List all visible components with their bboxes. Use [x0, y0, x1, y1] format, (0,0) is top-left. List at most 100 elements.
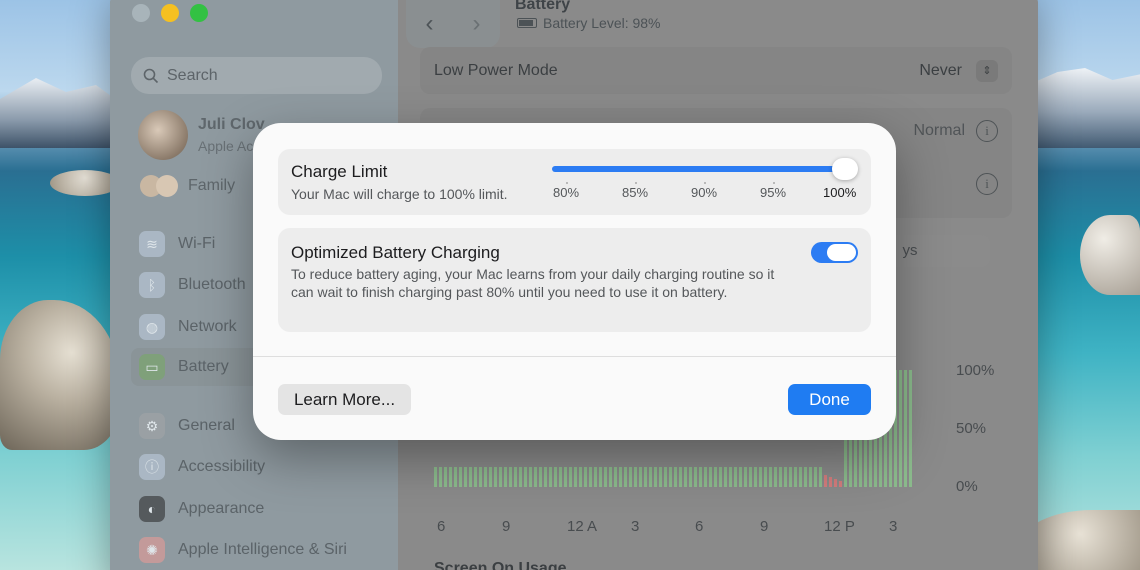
dialog-divider [253, 356, 896, 357]
chart-bar [749, 467, 752, 487]
chart-bar [464, 467, 467, 487]
low-power-mode-value: Never [919, 61, 962, 79]
wifi-icon: ≋ [139, 231, 165, 257]
chart-bar [609, 467, 612, 487]
chart-bar [834, 479, 837, 487]
low-power-mode-select[interactable]: Never ⇕ [919, 59, 998, 82]
chart-bar [824, 475, 827, 487]
navigation-buttons: ‹ › [406, 0, 500, 48]
sidebar-item-label: Battery [178, 358, 229, 375]
slider-tick [635, 182, 637, 184]
chart-bar [584, 467, 587, 487]
family-icon [156, 175, 178, 197]
chart-bar [539, 467, 542, 487]
chart-bar [519, 467, 522, 487]
sidebar-item-accessibility[interactable]: ⓘ Accessibility [131, 448, 382, 486]
bluetooth-icon: ᛒ [139, 272, 165, 298]
sidebar-item-family[interactable]: Family [140, 175, 235, 197]
energy-mode-value: Normal [913, 122, 965, 139]
forward-chevron-icon[interactable]: › [473, 10, 481, 38]
chart-bar [809, 467, 812, 487]
slider-tick-label: 95% [760, 185, 787, 200]
chart-bar [899, 370, 902, 487]
sidebar-item-label: Network [178, 318, 237, 335]
chart-bar [709, 467, 712, 487]
battery-icon [517, 18, 537, 28]
chart-x-label: 12 P [824, 518, 855, 535]
sidebar-item-label: Wi-Fi [178, 235, 216, 252]
chart-bar [659, 467, 662, 487]
sidebar-item-label: Appearance [178, 500, 265, 517]
globe-icon: ◍ [139, 314, 165, 340]
slider-tick-label: 90% [691, 185, 718, 200]
chart-bar [624, 467, 627, 487]
desktop-rock [1080, 215, 1140, 295]
chart-bar [444, 467, 447, 487]
chart-x-label: 9 [502, 518, 511, 535]
chart-bar [714, 467, 717, 487]
chart-bar [789, 467, 792, 487]
segment-label: ys [902, 242, 918, 259]
chart-bar [674, 467, 677, 487]
screen-on-usage-heading: Screen On Usage [434, 560, 567, 570]
desktop-rock [1020, 510, 1140, 570]
charge-limit-slider-knob[interactable] [832, 158, 858, 180]
apple-account-profile[interactable]: Juli Clov Apple Ac [138, 110, 265, 160]
chart-bar [694, 467, 697, 487]
chart-bar [619, 467, 622, 487]
info-icon[interactable]: i [976, 120, 998, 142]
chart-bar [604, 467, 607, 487]
chart-bar [729, 467, 732, 487]
battery-icon: ▭ [139, 354, 165, 380]
chart-bar [554, 467, 557, 487]
optimized-charging-card: Optimized Battery Charging To reduce bat… [278, 228, 871, 332]
chart-bar [524, 467, 527, 487]
page-title: Battery [515, 0, 571, 13]
chart-bar [829, 477, 832, 487]
low-power-mode-label: Low Power Mode [434, 61, 558, 79]
info-icon[interactable]: i [976, 173, 998, 195]
desktop-mountain-left [0, 78, 120, 148]
chart-bar [499, 467, 502, 487]
done-button[interactable]: Done [788, 384, 871, 415]
back-chevron-icon[interactable]: ‹ [426, 10, 434, 38]
zoom-window-button[interactable] [190, 4, 208, 22]
gear-icon: ⚙ [139, 413, 165, 439]
chart-bar [769, 467, 772, 487]
chart-bar [839, 481, 842, 487]
slider-tick [566, 182, 568, 184]
charge-limit-subtitle: Your Mac will charge to 100% limit. [291, 186, 508, 202]
low-power-mode-row: Low Power Mode Never ⇕ [420, 47, 1012, 94]
avatar [138, 110, 188, 160]
charge-limit-title: Charge Limit [291, 162, 388, 181]
chart-bar [734, 467, 737, 487]
search-input[interactable]: Search [131, 57, 382, 94]
chart-x-label: 6 [437, 518, 446, 535]
appearance-icon: ◐ [139, 496, 165, 522]
toggle-knob [827, 244, 856, 261]
siri-icon: ✺ [139, 537, 165, 563]
learn-more-button[interactable]: Learn More... [278, 384, 411, 415]
optimized-charging-toggle[interactable] [811, 242, 858, 263]
minimize-window-button[interactable] [161, 4, 179, 22]
charge-limit-card: Charge Limit Your Mac will charge to 100… [278, 149, 871, 215]
chart-bar [529, 467, 532, 487]
chart-bar [779, 467, 782, 487]
chart-bar [574, 467, 577, 487]
desktop-mountain-right [1030, 68, 1140, 148]
chart-bar [614, 467, 617, 487]
chart-bar [514, 467, 517, 487]
sidebar-item-label: Apple Intelligence & Siri [178, 541, 347, 558]
chart-bar [569, 467, 572, 487]
charge-limit-slider-track[interactable] [552, 166, 852, 172]
profile-name: Juli Clov [198, 116, 265, 133]
chart-bar [764, 467, 767, 487]
chart-bar [634, 467, 637, 487]
chart-bar [774, 467, 777, 487]
close-window-button[interactable] [132, 4, 150, 22]
sidebar-item-apple-intelligence[interactable]: ✺ Apple Intelligence & Siri [131, 531, 382, 569]
chart-x-label: 3 [631, 518, 640, 535]
sidebar-item-appearance[interactable]: ◐ Appearance [131, 490, 382, 528]
sidebar-item-label: Family [188, 177, 236, 194]
chart-bar [474, 467, 477, 487]
